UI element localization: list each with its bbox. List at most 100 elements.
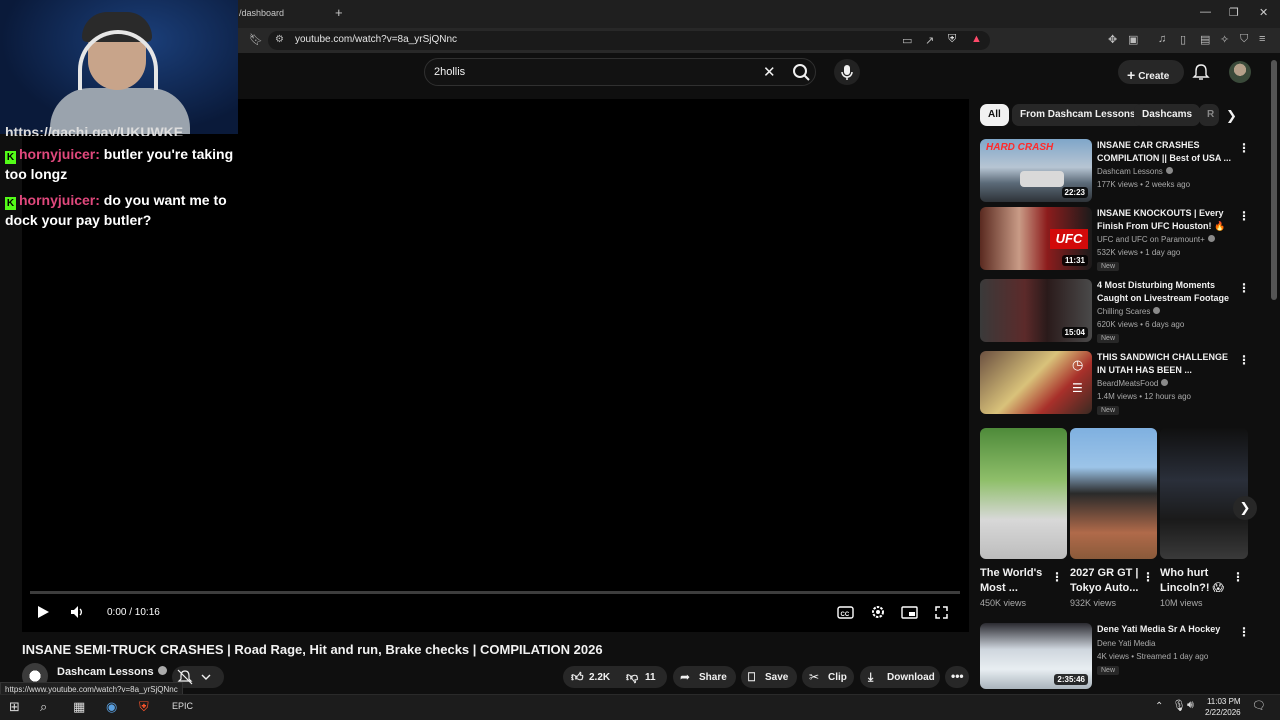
chip-dashcams[interactable]: Dashcams bbox=[1134, 104, 1201, 126]
volume-tray-icon[interactable]: 🔊︎ bbox=[1187, 699, 1194, 712]
chip-all[interactable]: All bbox=[980, 104, 1009, 126]
bookmark-icon[interactable]: 🔖︎ bbox=[249, 33, 263, 46]
video-thumbnail[interactable]: 2:35:46 bbox=[980, 623, 1092, 689]
extensions-icon[interactable]: ✥ bbox=[1108, 33, 1117, 46]
reader-icon[interactable]: ▣ bbox=[1128, 33, 1138, 46]
shorts-next-button[interactable]: ❯ bbox=[1233, 496, 1257, 520]
vpn-icon[interactable]: ⛉ bbox=[1240, 33, 1248, 46]
steam-icon[interactable]: ◉ bbox=[106, 699, 117, 715]
epic-games-icon[interactable]: EPIC bbox=[172, 701, 193, 711]
recommendation-channel[interactable]: Dene Yati Media bbox=[1097, 639, 1155, 648]
more-vertical-icon[interactable]: ⋮ bbox=[1051, 570, 1063, 584]
brave-browser-icon[interactable]: ⛨ bbox=[139, 699, 149, 715]
progress-bar[interactable] bbox=[30, 591, 960, 594]
chip-partial[interactable]: R bbox=[1199, 104, 1219, 126]
tab-title[interactable]: /dashboard bbox=[239, 8, 284, 18]
account-avatar[interactable] bbox=[1229, 61, 1251, 83]
close-window-icon[interactable]: ✕ bbox=[1259, 6, 1268, 19]
windows-start-icon[interactable]: ⊞ bbox=[9, 699, 20, 715]
add-to-queue-icon[interactable]: ☰ bbox=[1072, 381, 1083, 395]
recommendation-title[interactable]: 4 Most Disturbing Moments Caught on Live… bbox=[1097, 279, 1233, 305]
chip-from-channel[interactable]: From Dashcam Lessons bbox=[1012, 104, 1144, 126]
fullscreen-button[interactable] bbox=[934, 605, 949, 625]
new-badge: New bbox=[1097, 406, 1120, 415]
search-input[interactable] bbox=[424, 58, 816, 86]
download-button[interactable]: ⤓ Download bbox=[860, 666, 940, 688]
short-thumbnail[interactable] bbox=[1070, 428, 1157, 559]
notifications-button[interactable] bbox=[1192, 63, 1210, 86]
short-title[interactable]: 2027 GR GT | Tokyo Auto... bbox=[1070, 566, 1148, 596]
brave-shield-icon[interactable]: ⛨ bbox=[948, 33, 956, 46]
recommendation-item[interactable]: UFC 11:31 INSANE KNOCKOUTS | Every Finis… bbox=[980, 207, 1252, 271]
restore-icon[interactable]: ❐ bbox=[1229, 6, 1239, 19]
media-icon[interactable]: ♫ bbox=[1158, 33, 1166, 45]
miniplayer-button[interactable] bbox=[901, 605, 918, 625]
clip-button[interactable]: ✂ Clip bbox=[802, 666, 854, 688]
settings-button[interactable] bbox=[870, 604, 886, 625]
recommendation-title[interactable]: INSANE CAR CRASHES COMPILATION || Best o… bbox=[1097, 139, 1233, 165]
mute-button[interactable] bbox=[69, 604, 85, 625]
task-view-icon[interactable]: ▦ bbox=[73, 699, 85, 715]
play-button[interactable] bbox=[36, 604, 50, 625]
brave-rewards-icon[interactable]: ▲ bbox=[971, 33, 982, 45]
short-title[interactable]: Who hurt Lincoln?! 😱 bbox=[1160, 566, 1238, 596]
video-thumbnail[interactable]: UFC 11:31 bbox=[980, 207, 1092, 270]
recommendation-channel[interactable]: UFC and UFC on Paramount+ bbox=[1097, 235, 1215, 244]
video-thumbnail[interactable]: HARD CRASH 22:23 bbox=[980, 139, 1092, 202]
save-button[interactable]: ⎕ Save bbox=[741, 666, 797, 688]
video-thumbnail[interactable]: 15:04 bbox=[980, 279, 1092, 342]
search-button[interactable] bbox=[787, 59, 816, 85]
sidebar-icon[interactable]: ▯ bbox=[1180, 33, 1186, 46]
recommendation-item[interactable]: ◷ ☰ THIS SANDWICH CHALLENGE IN UTAH HAS … bbox=[980, 351, 1252, 415]
clock[interactable]: 11:03 PM 2/22/2026 bbox=[1205, 696, 1241, 718]
more-vertical-icon[interactable]: ⋮ bbox=[1232, 570, 1244, 584]
new-tab-button[interactable]: + bbox=[335, 5, 343, 20]
menu-icon[interactable]: ≡ bbox=[1259, 33, 1265, 45]
more-actions-button[interactable]: ••• bbox=[945, 666, 969, 688]
url-text[interactable]: youtube.com/watch?v=8a_yrSjQNnc bbox=[295, 34, 457, 45]
more-vertical-icon[interactable]: ⋮ bbox=[1142, 570, 1154, 584]
recommendation-title[interactable]: INSANE KNOCKOUTS | Every Finish From UFC… bbox=[1097, 207, 1233, 233]
channel-name-text[interactable]: Dashcam Lessons bbox=[57, 666, 154, 678]
cast-icon[interactable]: ▭ bbox=[902, 34, 912, 47]
watch-later-icon[interactable]: ◷ bbox=[1072, 357, 1083, 373]
short-thumbnail[interactable] bbox=[980, 428, 1067, 559]
more-vertical-icon[interactable]: ⋮ bbox=[1238, 141, 1250, 155]
more-vertical-icon[interactable]: ⋮ bbox=[1238, 209, 1250, 223]
minimize-icon[interactable]: — bbox=[1200, 6, 1211, 18]
microphone-tray-icon[interactable]: 🎙︎ bbox=[1172, 699, 1186, 712]
create-button[interactable]: + Create bbox=[1118, 60, 1184, 84]
tray-chevron-icon[interactable]: ⌃ bbox=[1155, 701, 1163, 712]
voice-search-button[interactable] bbox=[834, 59, 860, 85]
more-vertical-icon[interactable]: ⋮ bbox=[1238, 353, 1250, 367]
search-query[interactable]: 2hollis bbox=[434, 66, 465, 78]
like-count[interactable]: 2.2K bbox=[589, 672, 610, 683]
recommendation-item[interactable]: 2:35:46 Dene Yati Media Sr A Hockey Dene… bbox=[980, 623, 1252, 689]
clear-search-icon[interactable]: ✕ bbox=[763, 63, 776, 81]
short-thumbnail[interactable] bbox=[1160, 428, 1248, 559]
channel-name[interactable]: Dashcam Lessons bbox=[57, 666, 167, 678]
dislike-button[interactable]: 👎︎ bbox=[626, 670, 638, 685]
recommendation-title[interactable]: THIS SANDWICH CHALLENGE IN UTAH HAS BEEN… bbox=[1097, 351, 1233, 377]
notification-center-icon[interactable]: 🗨︎ bbox=[1252, 699, 1266, 712]
recommendation-item[interactable]: HARD CRASH 22:23 INSANE CAR CRASHES COMP… bbox=[980, 139, 1252, 203]
short-title[interactable]: The World's Most ... bbox=[980, 566, 1058, 596]
leo-icon[interactable]: ✧ bbox=[1220, 33, 1229, 46]
more-vertical-icon[interactable]: ⋮ bbox=[1238, 281, 1250, 295]
more-vertical-icon[interactable]: ⋮ bbox=[1238, 625, 1250, 639]
video-thumbnail[interactable]: ◷ ☰ bbox=[980, 351, 1092, 414]
like-button[interactable]: 👍︎ bbox=[571, 670, 584, 685]
recommendation-item[interactable]: 15:04 4 Most Disturbing Moments Caught o… bbox=[980, 279, 1252, 343]
chevron-right-icon[interactable]: ❯ bbox=[1226, 108, 1237, 124]
page-scrollbar[interactable] bbox=[1271, 60, 1277, 300]
recommendation-title[interactable]: Dene Yati Media Sr A Hockey bbox=[1097, 623, 1233, 636]
recommendation-channel[interactable]: Dashcam Lessons bbox=[1097, 167, 1173, 176]
recommendation-channel[interactable]: BeardMeatsFood bbox=[1097, 379, 1169, 388]
wallet-icon[interactable]: ▤ bbox=[1200, 33, 1210, 46]
share-page-icon[interactable]: ↗ bbox=[925, 34, 934, 47]
share-button[interactable]: ➦ Share bbox=[673, 666, 736, 688]
site-info-icon[interactable]: ⚙ bbox=[275, 34, 284, 45]
recommendation-channel[interactable]: Chilling Scares bbox=[1097, 307, 1161, 316]
captions-button[interactable]: CC bbox=[837, 605, 854, 625]
taskbar-search-icon[interactable]: ⌕ bbox=[40, 699, 47, 715]
